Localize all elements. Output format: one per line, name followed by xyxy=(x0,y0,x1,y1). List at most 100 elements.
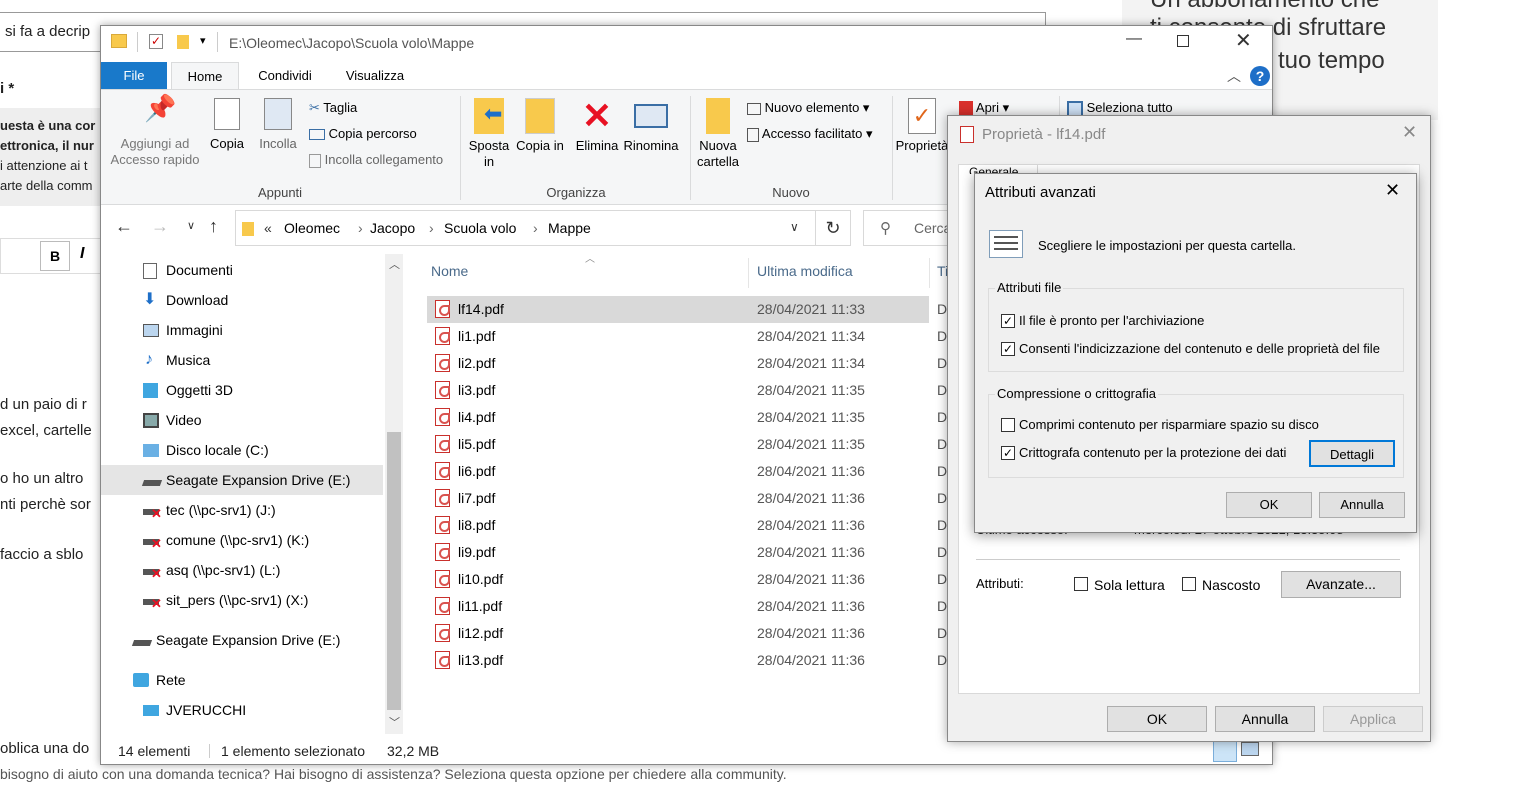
nav-item-music[interactable]: ♪ Musica xyxy=(101,345,383,375)
file-row[interactable]: li5.pdf 28/04/2021 11:35 D xyxy=(427,431,947,458)
file-row[interactable]: li8.pdf 28/04/2021 11:36 D xyxy=(427,512,947,539)
readonly-checkbox[interactable] xyxy=(1074,577,1088,591)
scroll-down-icon[interactable]: ﹀ xyxy=(389,714,400,730)
paste-button[interactable]: Incolla xyxy=(253,98,303,152)
index-checkbox[interactable]: ✓ xyxy=(1001,342,1015,356)
copy-path-button[interactable]: Copia percorso xyxy=(309,126,417,141)
ok-button[interactable]: OK xyxy=(1226,492,1312,518)
delete-icon: ✕ xyxy=(581,95,613,136)
advanced-button[interactable]: Avanzate... xyxy=(1281,571,1401,598)
address-bar[interactable]: « Oleomec › Jacopo › Scuola volo › Mappe… xyxy=(235,210,851,246)
help-icon[interactable]: ? xyxy=(1250,66,1270,86)
nav-item-pictures[interactable]: Immagini xyxy=(101,315,383,345)
nav-item-network-drive-j[interactable]: ✕ tec (\\pc-srv1) (J:) xyxy=(101,495,383,525)
new-folder-button[interactable]: Nuova cartella xyxy=(693,98,743,170)
tab-view[interactable]: Visualizza xyxy=(337,62,413,90)
breadcrumb-overflow[interactable]: « xyxy=(264,220,272,236)
nav-item-documents[interactable]: Documenti xyxy=(101,255,383,285)
nav-item-network-drive-x[interactable]: ✕ sit_pers (\\pc-srv1) (X:) xyxy=(101,585,383,615)
tab-share[interactable]: Condividi xyxy=(247,62,323,90)
breadcrumb-item[interactable]: Mappe xyxy=(548,220,591,236)
file-row[interactable]: li12.pdf 28/04/2021 11:36 D xyxy=(427,620,947,647)
back-arrow-icon[interactable]: ← xyxy=(115,216,133,237)
pin-button[interactable]: 📌 Aggiungi ad Accesso rapido xyxy=(105,95,205,168)
properties-quick-icon[interactable]: ✓ xyxy=(149,34,163,49)
paste-link-button[interactable]: Incolla collegamento xyxy=(309,152,443,168)
file-row[interactable]: li9.pdf 28/04/2021 11:36 D xyxy=(427,539,947,566)
nav-item-video[interactable]: Video xyxy=(101,405,383,435)
nav-item-network-drive-k[interactable]: ✕ comune (\\pc-srv1) (K:) xyxy=(101,525,383,555)
breadcrumb-item[interactable]: Scuola volo xyxy=(444,220,516,236)
up-arrow-icon[interactable]: ↑ xyxy=(209,216,218,237)
new-item-button[interactable]: Nuovo elemento ▾ xyxy=(747,100,869,116)
quick-access-dropdown-icon[interactable]: ▾ xyxy=(200,34,206,47)
file-row[interactable]: li7.pdf 28/04/2021 11:36 D xyxy=(427,485,947,512)
file-row[interactable]: li1.pdf 28/04/2021 11:34 D xyxy=(427,323,947,350)
encrypt-checkbox[interactable]: ✓ xyxy=(1001,446,1015,460)
nav-scrollbar[interactable]: ︿ ﹀ xyxy=(385,254,403,734)
file-row[interactable]: li13.pdf 28/04/2021 11:36 D xyxy=(427,647,947,674)
recent-locations-icon[interactable]: ∨ xyxy=(187,219,195,232)
easy-access-button[interactable]: Accesso facilitato ▾ xyxy=(747,126,872,142)
local-disk-icon xyxy=(143,444,159,457)
file-row[interactable]: lf14.pdf 28/04/2021 11:33 D xyxy=(427,296,947,323)
file-row[interactable]: li10.pdf 28/04/2021 11:36 D xyxy=(427,566,947,593)
documents-icon xyxy=(143,263,157,279)
scroll-thumb[interactable] xyxy=(387,432,401,710)
pdf-file-icon xyxy=(435,597,450,615)
hidden-checkbox[interactable] xyxy=(1182,577,1196,591)
close-button[interactable]: ✕ xyxy=(1235,28,1252,53)
file-row[interactable]: li4.pdf 28/04/2021 11:35 D xyxy=(427,404,947,431)
copy-to-button[interactable]: Copia in xyxy=(515,98,565,154)
details-button[interactable]: Dettagli xyxy=(1309,440,1395,467)
ok-button[interactable]: OK xyxy=(1107,706,1207,732)
nav-item-download[interactable]: ⬇ Download xyxy=(101,285,383,315)
chevron-down-icon[interactable]: ∨ xyxy=(790,220,799,234)
nav-item-seagate-drive[interactable]: Seagate Expansion Drive (E:) xyxy=(101,465,383,495)
bold-button[interactable]: B xyxy=(40,241,70,271)
nav-item-network[interactable]: Rete xyxy=(101,665,383,695)
nav-item-computer[interactable]: JVERUCCHI xyxy=(101,695,383,725)
breadcrumb-item[interactable]: Jacopo xyxy=(370,220,415,236)
properties-button[interactable]: ✓ Proprietà xyxy=(895,98,949,154)
large-icons-view-icon[interactable] xyxy=(1241,742,1259,756)
nav-item-3d-objects[interactable]: Oggetti 3D xyxy=(101,375,383,405)
column-header-name[interactable]: Nome xyxy=(431,263,468,279)
pdf-file-icon xyxy=(435,462,450,480)
copy-button[interactable]: Copia xyxy=(205,98,249,152)
cut-button[interactable]: ✂ Taglia xyxy=(309,100,357,116)
rename-button[interactable]: Rinomina xyxy=(623,98,679,154)
refresh-icon[interactable]: ↻ xyxy=(815,210,851,246)
nav-item-network-drive-l[interactable]: ✕ asq (\\pc-srv1) (L:) xyxy=(101,555,383,585)
cancel-button[interactable]: Annulla xyxy=(1319,492,1405,518)
delete-button[interactable]: ✕ Elimina xyxy=(571,98,623,154)
file-row[interactable]: li6.pdf 28/04/2021 11:36 D xyxy=(427,458,947,485)
dialog-title: Attributi avanzati xyxy=(985,184,1096,201)
details-view-icon[interactable] xyxy=(1213,740,1237,762)
maximize-button[interactable] xyxy=(1177,35,1189,47)
close-icon[interactable]: ✕ xyxy=(1402,122,1417,143)
move-to-button[interactable]: ⬅ Sposta in xyxy=(463,98,515,170)
compress-checkbox[interactable] xyxy=(1001,418,1015,432)
breadcrumb-item[interactable]: Oleomec xyxy=(284,220,340,236)
close-icon[interactable]: ✕ xyxy=(1385,180,1400,201)
nav-item-seagate-drive-root[interactable]: Seagate Expansion Drive (E:) xyxy=(101,625,383,655)
file-type: D xyxy=(937,544,948,560)
collapse-ribbon-icon[interactable]: ︿ xyxy=(1227,66,1241,86)
forward-arrow-icon[interactable]: → xyxy=(151,216,169,237)
file-row[interactable]: li3.pdf 28/04/2021 11:35 D xyxy=(427,377,947,404)
tab-file[interactable]: File xyxy=(101,62,167,90)
italic-button[interactable]: I xyxy=(80,245,84,263)
column-header-modified[interactable]: Ultima modifica xyxy=(757,263,853,279)
apply-button[interactable]: Applica xyxy=(1323,706,1423,732)
group-label: Appunti xyxy=(257,185,303,200)
new-folder-quick-icon[interactable] xyxy=(177,35,189,49)
cancel-button[interactable]: Annulla xyxy=(1215,706,1315,732)
minimize-button[interactable]: — xyxy=(1126,30,1142,48)
tab-home[interactable]: Home xyxy=(171,62,239,90)
scroll-up-icon[interactable]: ︿ xyxy=(389,256,400,272)
file-row[interactable]: li11.pdf 28/04/2021 11:36 D xyxy=(427,593,947,620)
file-row[interactable]: li2.pdf 28/04/2021 11:34 D xyxy=(427,350,947,377)
nav-item-local-disk[interactable]: Disco locale (C:) xyxy=(101,435,383,465)
archive-checkbox[interactable]: ✓ xyxy=(1001,314,1015,328)
